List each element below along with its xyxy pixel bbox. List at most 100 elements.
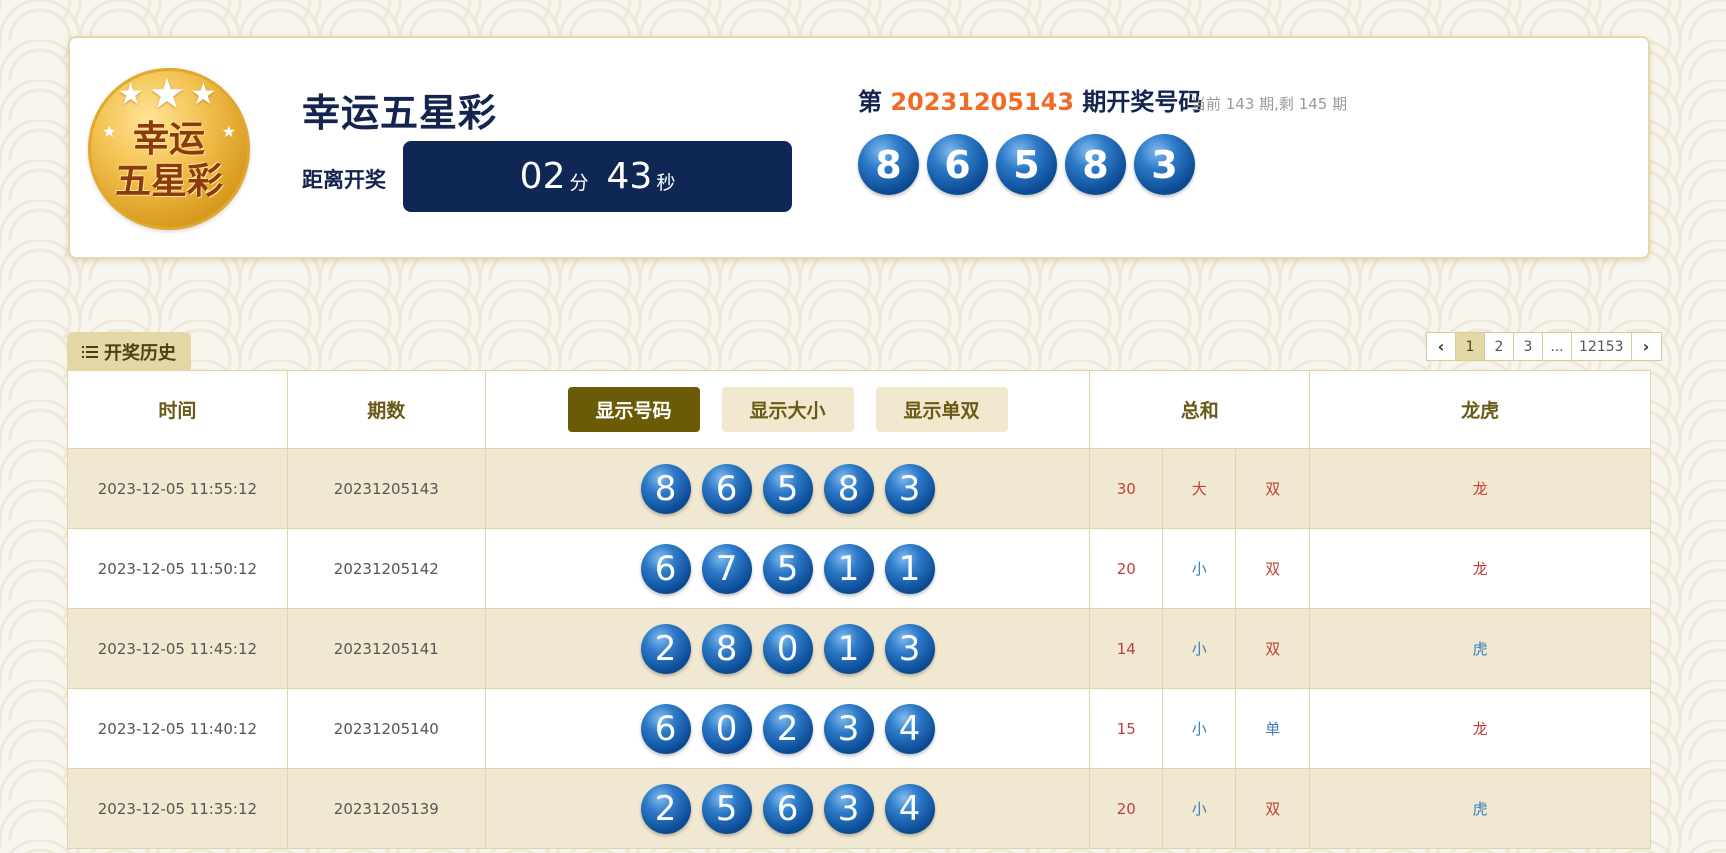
history-tab[interactable]: 开奖历史 (67, 332, 191, 371)
row-dragon-tiger: 龙 (1310, 689, 1651, 769)
row-time: 2023-12-05 11:40:12 (68, 689, 288, 769)
pagination-page-3[interactable]: 3 (1514, 333, 1543, 360)
lottery-ball: 2 (640, 783, 691, 834)
row-issue: 20231205142 (287, 529, 486, 609)
row-sum: 14 (1090, 609, 1164, 689)
lottery-ball: 3 (884, 463, 935, 514)
lottery-ball: 6 (640, 703, 691, 754)
logo-text-line1: 幸运 (132, 118, 205, 160)
row-issue: 20231205143 (287, 449, 486, 529)
lottery-ball: 5 (996, 134, 1057, 195)
row-size: 小 (1163, 609, 1237, 689)
lottery-ball: 3 (1134, 134, 1195, 195)
row-parity: 双 (1236, 609, 1311, 689)
lottery-ball: 6 (640, 543, 691, 594)
header-display-toggle: 显示号码 显示大小 显示单双 (485, 371, 1091, 449)
pagination-page-last[interactable]: 12153 (1572, 333, 1632, 360)
lottery-header-card: ★★★ ★ ★ 幸运 五星彩 幸运五星彩 距离开奖 02 分 43 秒 第 20… (68, 36, 1650, 259)
lottery-ball: 6 (927, 134, 988, 195)
countdown-minutes-unit: 分 (569, 172, 589, 194)
game-title: 幸运五星彩 (302, 91, 498, 135)
lottery-ball: 3 (823, 703, 874, 754)
logo-text: 幸运 五星彩 (88, 118, 250, 202)
lottery-logo: ★★★ ★ ★ 幸运 五星彩 (88, 68, 250, 230)
row-issue: 20231205139 (287, 769, 486, 849)
lottery-ball: 4 (884, 703, 935, 754)
pagination-page-1[interactable]: 1 (1456, 333, 1485, 360)
show-size-button[interactable]: 显示大小 (721, 387, 854, 432)
lottery-ball: 7 (701, 543, 752, 594)
pagination: ‹ 1 2 3 ... 12153 › (1426, 332, 1662, 361)
row-size: 小 (1163, 689, 1237, 769)
row-balls: 60234 (640, 703, 935, 754)
header-sum: 总和 (1090, 371, 1311, 449)
lottery-ball: 4 (884, 783, 935, 834)
row-time: 2023-12-05 11:35:12 (68, 769, 288, 849)
header-time: 时间 (68, 371, 288, 449)
logo-text-line2: 五星彩 (114, 160, 223, 202)
row-time: 2023-12-05 11:50:12 (68, 529, 288, 609)
draw-issue-number: 20231205143 (890, 88, 1075, 116)
pagination-next-icon[interactable]: › (1632, 333, 1661, 360)
row-sum: 20 (1090, 529, 1164, 609)
row-sum: 15 (1090, 689, 1164, 769)
table-row: 2023-12-05 11:45:12 20231205141 2 8 0 1 3 14 小双虎 (68, 609, 1651, 689)
lottery-ball: 0 (701, 703, 752, 754)
row-time: 2023-12-05 11:55:12 (68, 449, 288, 529)
header-issue: 期数 (287, 371, 486, 449)
draw-prefix: 第 (858, 88, 882, 116)
row-dragon-tiger: 龙 (1310, 529, 1651, 609)
draw-title: 第 20231205143 期开奖号码 (858, 82, 1202, 117)
lottery-ball: 2 (640, 623, 691, 674)
row-parity: 双 (1236, 449, 1311, 529)
lottery-ball: 3 (884, 623, 935, 674)
table-row: 2023-12-05 11:40:12 20231205140 6 0 2 3 4 15 小单龙 (68, 689, 1651, 769)
table-row: 2023-12-05 11:50:12 20231205142 6 7 5 1 1 20 小双龙 (68, 529, 1651, 609)
pagination-page-2[interactable]: 2 (1485, 333, 1514, 360)
lottery-ball: 8 (1065, 134, 1126, 195)
lottery-ball: 0 (762, 623, 813, 674)
row-parity: 双 (1236, 769, 1311, 849)
lottery-ball: 1 (823, 543, 874, 594)
countdown-minutes: 02 (519, 156, 566, 197)
row-issue: 20231205140 (287, 689, 486, 769)
row-dragon-tiger: 龙 (1310, 449, 1651, 529)
row-issue: 20231205141 (287, 609, 486, 689)
lottery-ball: 8 (701, 623, 752, 674)
row-balls-cell: 67511 (485, 529, 1091, 609)
row-time: 2023-12-05 11:45:12 (68, 609, 288, 689)
row-size: 小 (1163, 769, 1237, 849)
history-tab-label: 开奖历史 (104, 342, 176, 364)
table-row: 2023-12-05 11:35:12 20231205139 2 5 6 3 4 20 小双虎 (68, 769, 1651, 849)
lottery-ball: 2 (762, 703, 813, 754)
show-numbers-button[interactable]: 显示号码 (567, 387, 700, 432)
row-sum: 30 (1090, 449, 1164, 529)
show-parity-button[interactable]: 显示单双 (875, 387, 1008, 432)
history-table: 时间 期数 显示号码 显示大小 显示单双 总和 龙虎 2023-12-05 11… (67, 370, 1651, 849)
header-dragon-tiger: 龙虎 (1310, 371, 1651, 449)
lottery-ball: 8 (823, 463, 874, 514)
logo-stars-icon: ★★★ (117, 69, 221, 118)
lottery-ball: 3 (823, 783, 874, 834)
row-size: 小 (1163, 529, 1237, 609)
row-balls-cell: 86583 (485, 449, 1091, 529)
pagination-ellipsis: ... (1543, 333, 1572, 360)
lottery-ball: 5 (701, 783, 752, 834)
row-dragon-tiger: 虎 (1310, 769, 1651, 849)
lottery-ball: 1 (884, 543, 935, 594)
countdown-timer: 02 分 43 秒 (403, 141, 792, 212)
table-header-row: 时间 期数 显示号码 显示大小 显示单双 总和 龙虎 (68, 371, 1651, 449)
lottery-ball: 6 (762, 783, 813, 834)
row-size: 大 (1163, 449, 1237, 529)
draw-progress-note: 当前 143 期,剩 145 期 (1191, 95, 1348, 113)
row-balls: 67511 (640, 543, 935, 594)
row-parity: 单 (1236, 689, 1311, 769)
row-balls-cell: 60234 (485, 689, 1091, 769)
countdown-seconds-unit: 秒 (656, 172, 676, 194)
lottery-ball: 1 (823, 623, 874, 674)
lottery-ball: 8 (640, 463, 691, 514)
pagination-prev-icon[interactable]: ‹ (1427, 333, 1456, 360)
countdown-seconds: 43 (606, 156, 653, 197)
row-balls: 28013 (640, 623, 935, 674)
latest-draw-balls: 86583 (858, 134, 1195, 195)
